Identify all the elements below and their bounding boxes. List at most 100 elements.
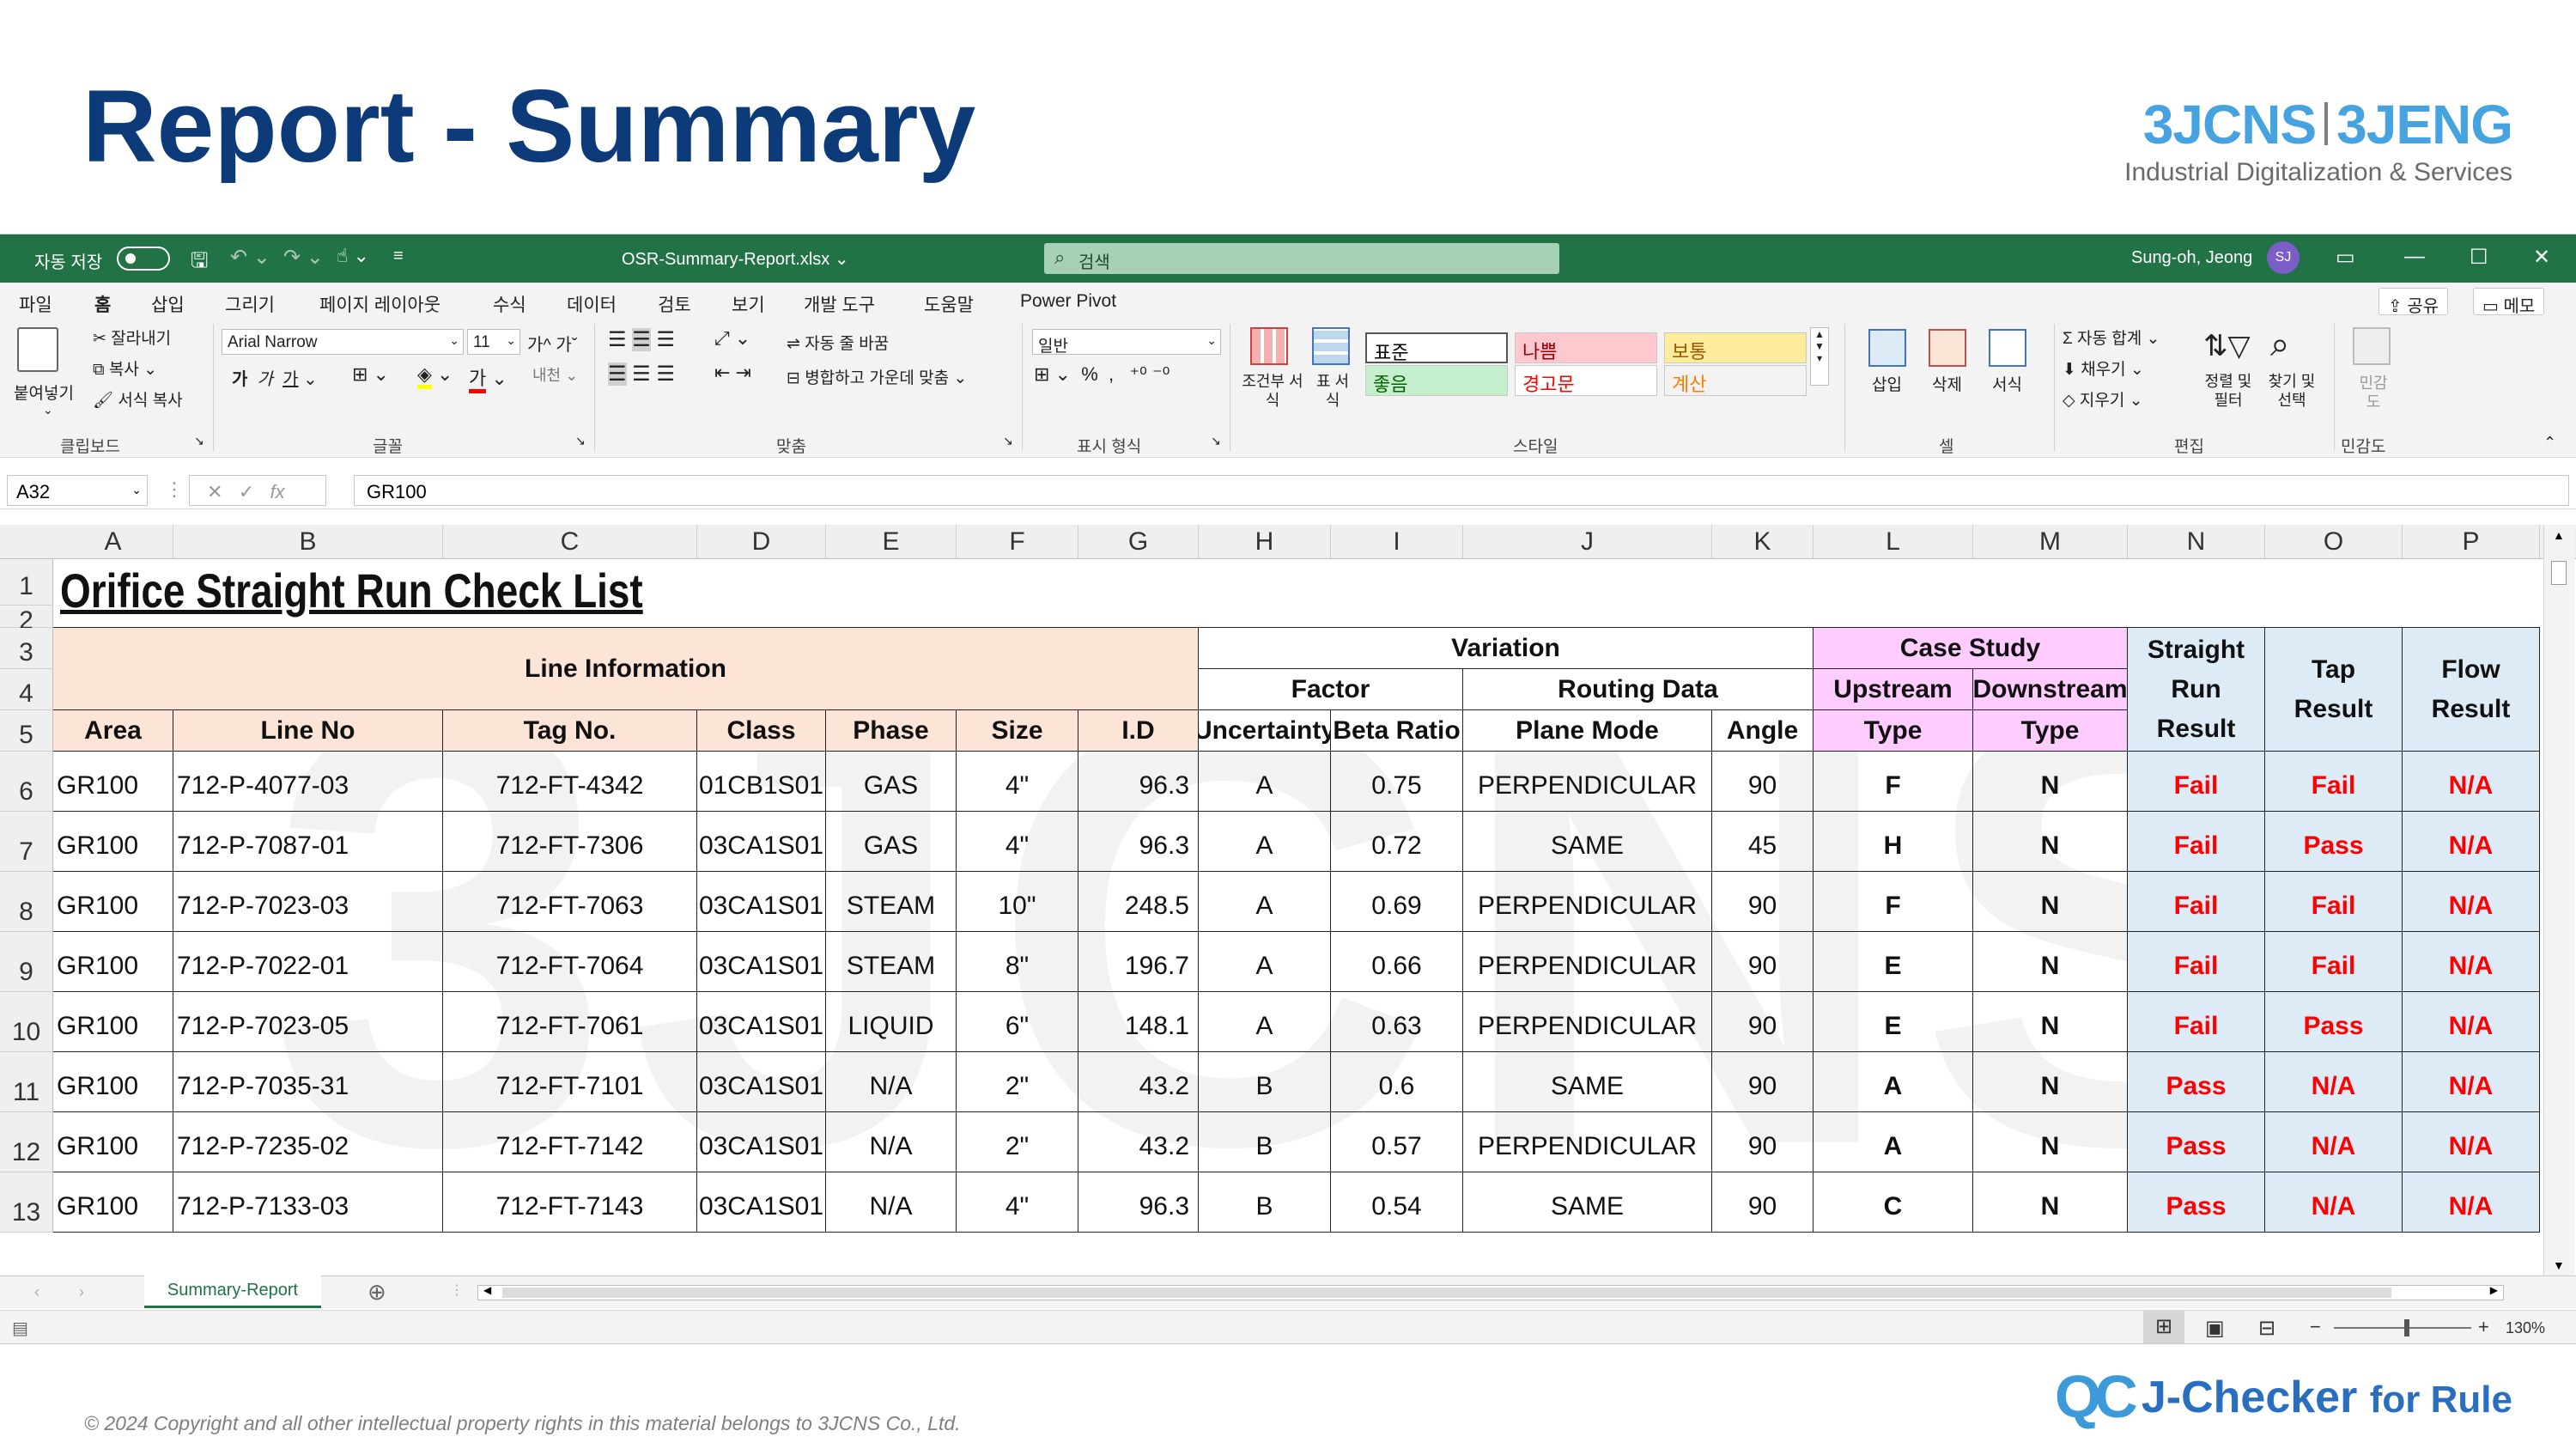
header-beta-ratio[interactable]: Beta Ratio — [1331, 710, 1463, 752]
table-cell[interactable]: 712-FT-7101 — [443, 1052, 697, 1112]
autosum-button[interactable]: Σ 자동 합계 ⌄ — [2063, 326, 2160, 349]
header-straight-run-result[interactable]: Straight Run Result — [2128, 628, 2265, 752]
table-cell[interactable]: 196.7 — [1078, 932, 1199, 992]
sheet-tab-summary-report[interactable]: Summary-Report — [144, 1275, 321, 1308]
file-name[interactable]: OSR-Summary-Report.xlsx ⌄ — [622, 248, 849, 270]
avatar[interactable]: SJ — [2267, 241, 2300, 274]
table-cell[interactable]: Fail — [2128, 752, 2265, 812]
number-dialog-launcher-icon[interactable]: ↘ — [1211, 434, 1221, 448]
column-header-N[interactable]: N — [2128, 525, 2265, 559]
header-phase[interactable]: Phase — [826, 710, 957, 752]
row-header-13[interactable]: 13 — [0, 1172, 53, 1233]
tab-split-icon[interactable]: ⋮ — [450, 1282, 464, 1299]
delete-cells-button[interactable]: 삭제 — [1932, 372, 1962, 395]
column-header-M[interactable]: M — [1973, 525, 2128, 559]
table-cell[interactable]: E — [1814, 932, 1973, 992]
table-cell[interactable]: Pass — [2128, 1112, 2265, 1172]
table-cell[interactable]: N — [1973, 812, 2128, 872]
fill-color-icon[interactable]: ◈ ⌄ — [417, 363, 453, 389]
header-routing-data[interactable]: Routing Data — [1463, 669, 1814, 710]
table-cell[interactable]: 03CA1S01 — [697, 1052, 826, 1112]
table-cell[interactable]: SAME — [1463, 1172, 1712, 1233]
alignment-dialog-launcher-icon[interactable]: ↘ — [1003, 434, 1013, 448]
menu-tab-3[interactable]: 그리기 — [225, 291, 275, 317]
save-icon[interactable]: 🖫 — [191, 246, 208, 281]
redo-icon[interactable]: ↷ ⌄ — [283, 245, 324, 270]
table-cell[interactable]: Fail — [2128, 932, 2265, 992]
header-variation[interactable]: Variation — [1199, 628, 1814, 669]
sort-filter-button[interactable]: 정렬 및 필터 — [2198, 372, 2258, 410]
memo-button[interactable]: ▭ 메모 — [2473, 288, 2545, 316]
table-cell[interactable]: Pass — [2265, 992, 2403, 1052]
macro-record-icon[interactable]: ▤ — [12, 1318, 28, 1339]
header-angle[interactable]: Angle — [1712, 710, 1814, 752]
table-cell[interactable]: 0.63 — [1331, 992, 1463, 1052]
header-downstream[interactable]: Downstream — [1973, 669, 2128, 710]
table-cell[interactable]: N — [1973, 1052, 2128, 1112]
column-header-P[interactable]: P — [2403, 525, 2540, 559]
horizontal-scrollbar[interactable]: ◀ ▶ — [477, 1284, 2504, 1300]
name-box[interactable]: A32 ⌄ — [7, 475, 148, 506]
menu-tab-6[interactable]: 데이터 — [567, 291, 617, 317]
table-cell[interactable]: N/A — [2403, 1112, 2540, 1172]
header-flow-result[interactable]: Flow Result — [2403, 628, 2540, 752]
table-cell[interactable]: N/A — [2403, 992, 2540, 1052]
cut-button[interactable]: ✂ 잘라내기 — [93, 326, 171, 349]
header-down-type[interactable]: Type — [1973, 710, 2128, 752]
cell-style-1[interactable]: 나쁨 — [1515, 332, 1657, 363]
border-icon[interactable]: ⊞ ⌄ — [352, 363, 389, 386]
zoom-slider[interactable] — [2334, 1319, 2471, 1336]
cell-style-2[interactable]: 보통 — [1664, 332, 1807, 363]
cell-style-5[interactable]: 계산 — [1664, 365, 1807, 396]
header-id[interactable]: I.D — [1078, 710, 1199, 752]
ribbon-display-icon[interactable]: ▭ — [2336, 245, 2355, 270]
column-header-G[interactable]: G — [1078, 525, 1199, 559]
column-header-F[interactable]: F — [957, 525, 1078, 559]
cell-style-4[interactable]: 경고문 — [1515, 365, 1657, 396]
table-cell[interactable]: 4" — [957, 812, 1078, 872]
table-row-6-area[interactable]: GR100 — [53, 1052, 173, 1112]
font-dialog-launcher-icon[interactable]: ↘ — [575, 434, 586, 448]
table-cell[interactable]: Pass — [2265, 812, 2403, 872]
minimize-icon[interactable]: — — [2404, 245, 2425, 269]
phonetic-icon[interactable]: 내천 ⌄ — [532, 363, 578, 386]
zoom-out-icon[interactable]: − — [2310, 1316, 2321, 1338]
menu-tab-2[interactable]: 삽입 — [151, 291, 185, 317]
table-cell[interactable]: A — [1199, 992, 1331, 1052]
table-cell[interactable]: LIQUID — [826, 992, 957, 1052]
table-cell[interactable]: 03CA1S01 — [697, 1172, 826, 1233]
header-up-type[interactable]: Type — [1814, 710, 1973, 752]
menu-tab-8[interactable]: 보기 — [732, 291, 765, 317]
table-row-7-area[interactable]: GR100 — [53, 1112, 173, 1172]
font-size-select[interactable]: 11 ⌄ — [467, 329, 520, 355]
table-cell[interactable]: 712-FT-7063 — [443, 872, 697, 932]
table-cell[interactable]: 03CA1S01 — [697, 932, 826, 992]
paste-icon[interactable] — [17, 327, 58, 372]
table-cell[interactable]: E — [1814, 992, 1973, 1052]
row-header-11[interactable]: 11 — [0, 1052, 53, 1112]
conditional-format-icon[interactable] — [1250, 327, 1288, 365]
table-cell[interactable]: N/A — [2403, 1052, 2540, 1112]
table-cell[interactable]: A — [1814, 1052, 1973, 1112]
table-cell[interactable]: 712-P-7133-03 — [173, 1172, 443, 1233]
format-as-table-button[interactable]: 표 서식 — [1310, 372, 1355, 410]
sensitivity-icon[interactable] — [2353, 327, 2391, 365]
table-cell[interactable]: PERPENDICULAR — [1463, 992, 1712, 1052]
sort-filter-icon[interactable]: ⇅▽ — [2203, 329, 2251, 363]
menu-tab-10[interactable]: 도움말 — [924, 291, 974, 317]
table-row-8-area[interactable]: GR100 — [53, 1172, 173, 1233]
table-cell[interactable]: 90 — [1712, 1172, 1814, 1233]
table-cell[interactable]: 712-P-7022-01 — [173, 932, 443, 992]
table-cell[interactable]: 8" — [957, 932, 1078, 992]
table-cell[interactable]: 0.57 — [1331, 1112, 1463, 1172]
table-cell[interactable]: N/A — [826, 1052, 957, 1112]
row-header-5[interactable]: 5 — [0, 710, 53, 752]
zoom-in-icon[interactable]: + — [2478, 1316, 2489, 1338]
table-cell[interactable]: PERPENDICULAR — [1463, 932, 1712, 992]
insert-cells-button[interactable]: 삽입 — [1872, 372, 1902, 395]
table-cell[interactable]: 90 — [1712, 992, 1814, 1052]
column-header-E[interactable]: E — [826, 525, 957, 559]
table-cell[interactable]: N — [1973, 872, 2128, 932]
column-header-L[interactable]: L — [1814, 525, 1973, 559]
autosave-toggle[interactable] — [117, 247, 170, 271]
